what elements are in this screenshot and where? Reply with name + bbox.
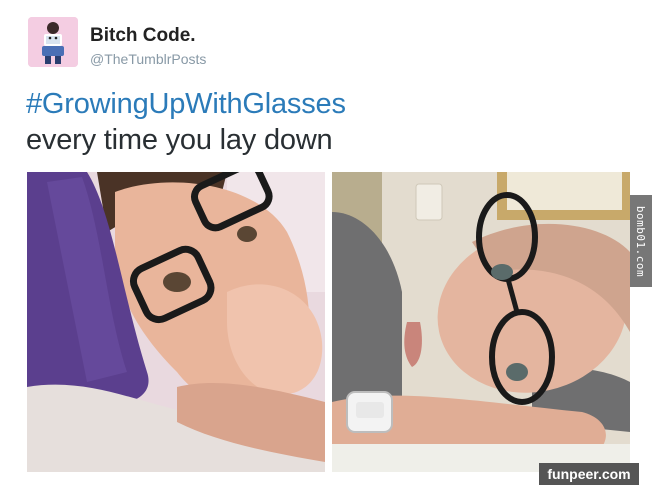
display-name[interactable]: Bitch Code. (90, 25, 196, 47)
tweet-card: Bitch Code. @TheTumblrPosts #GrowingUpWi… (0, 0, 660, 485)
watermark-side-badge: bomb01.com (630, 195, 652, 287)
photo-left[interactable] (27, 172, 325, 472)
tweet-text: every time you lay down (26, 124, 333, 156)
watermark-bottom-badge: funpeer.com (539, 463, 639, 485)
photo-right[interactable] (332, 172, 630, 472)
user-handle[interactable]: @TheTumblrPosts (90, 51, 206, 67)
watermark-side-text: bomb01.com (634, 205, 648, 277)
profile-avatar-icon[interactable] (28, 17, 78, 67)
hashtag-link[interactable]: #GrowingUpWithGlasses (26, 88, 346, 121)
